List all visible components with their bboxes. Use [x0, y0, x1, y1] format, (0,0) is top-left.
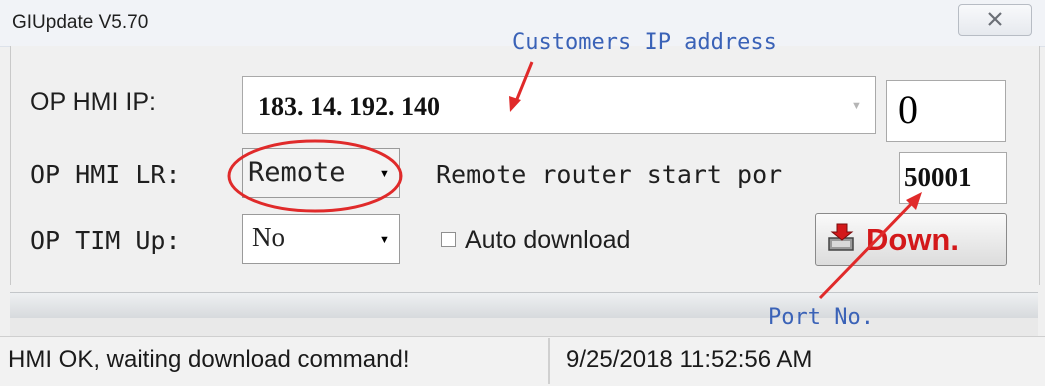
annotation-port-no: Port No.	[768, 305, 874, 330]
chevron-down-icon[interactable]: ▼	[379, 234, 390, 246]
close-x-icon	[988, 12, 1002, 26]
separator	[10, 318, 1038, 337]
chevron-down-icon[interactable]: ▼	[851, 100, 862, 112]
progress-bar	[10, 292, 1038, 320]
download-button-label: Down.	[866, 222, 959, 257]
remote-port-value: 50001	[904, 162, 972, 192]
status-message: HMI OK, waiting download command!	[8, 346, 410, 373]
remote-port-label: Remote router start por	[436, 160, 783, 189]
status-timestamp: 9/25/2018 11:52:56 AM	[566, 346, 813, 373]
close-button[interactable]	[958, 4, 1032, 36]
download-icon	[828, 223, 854, 251]
auto-download-checkbox[interactable]	[441, 232, 456, 247]
lr-select-value: Remote	[248, 157, 346, 188]
tim-label: OP TIM Up:	[30, 226, 181, 255]
ip-address-value: 183. 14. 192. 140	[258, 92, 440, 121]
ip-label: OP HMI IP:	[30, 88, 156, 116]
status-divider	[548, 338, 550, 384]
auto-download-label[interactable]: Auto download	[465, 226, 630, 255]
lr-label: OP HMI LR:	[30, 160, 181, 189]
window-title: GIUpdate V5.70	[12, 12, 149, 33]
ip-index-value: 0	[898, 87, 918, 132]
annotation-customers-ip: Customers IP address	[512, 30, 777, 55]
tim-select-value: No	[252, 222, 285, 252]
chevron-down-icon[interactable]: ▼	[379, 168, 390, 180]
